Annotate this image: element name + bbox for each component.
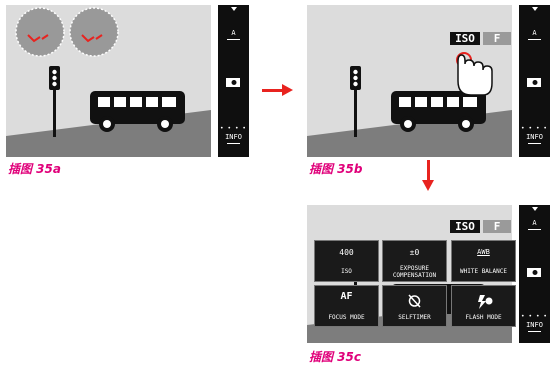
camera-icon[interactable] <box>218 75 249 89</box>
scene-b <box>307 52 512 157</box>
f-badge[interactable]: F <box>483 220 511 233</box>
caption-35a: 插图 35a <box>8 162 61 176</box>
white-balance-value: AWB <box>477 248 490 256</box>
iso-label: ISO <box>341 268 352 275</box>
tile-flash-mode[interactable]: FLASH MODE <box>451 285 516 327</box>
page-dots: • • • • <box>521 125 548 132</box>
side-bar-a: A • • • • INFO <box>218 5 249 157</box>
arrow-head-down <box>422 180 434 191</box>
white-balance-label: WHITE BALANCE <box>460 268 507 275</box>
iso-badge[interactable]: ISO <box>450 32 480 45</box>
flash-auto-icon <box>478 295 493 309</box>
selftimer-label: SELFTIMER <box>398 314 431 321</box>
flow-arrow-right <box>262 89 284 92</box>
side-bar-b: A • • • • INFO <box>519 5 550 157</box>
page-dots: • • • • <box>521 313 548 320</box>
info-button[interactable]: INFO <box>519 133 550 141</box>
camera-icon[interactable] <box>519 75 550 89</box>
arrow-up-icon[interactable] <box>531 7 538 11</box>
arrow-up-icon[interactable] <box>531 207 538 211</box>
mode-label[interactable]: A <box>519 29 550 37</box>
tile-focus-mode[interactable]: AF FOCUS MODE <box>314 285 379 327</box>
exposure-label: EXPOSURE COMPENSATION <box>392 265 437 279</box>
flow-arrow-down <box>427 160 430 181</box>
exposure-value: ±0 <box>409 248 420 257</box>
panel-35a: A • • • • INFO <box>6 5 249 157</box>
camera-screen-b <box>307 5 512 157</box>
iso-badge[interactable]: ISO <box>450 220 480 233</box>
scene-a <box>6 7 211 157</box>
camera-screen-a <box>6 5 211 157</box>
mode-label[interactable]: A <box>218 29 249 37</box>
tile-selftimer[interactable]: SELFTIMER <box>382 285 447 327</box>
tile-exposure-compensation[interactable]: ±0 EXPOSURE COMPENSATION <box>382 240 447 282</box>
camera-icon[interactable] <box>519 265 550 279</box>
panel-35c: ISO F 400 ISO ±0 EXPOSURE COMPENSATION A… <box>307 205 550 343</box>
focus-mode-label: FOCUS MODE <box>328 314 365 321</box>
f-badge[interactable]: F <box>483 32 511 45</box>
arrow-head-right <box>282 84 293 96</box>
tile-iso[interactable]: 400 ISO <box>314 240 379 282</box>
side-bar-c: A • • • • INFO <box>519 205 550 343</box>
arrow-up-icon[interactable] <box>230 7 237 11</box>
selftimer-off-icon <box>408 294 421 308</box>
tile-white-balance[interactable]: AWB WHITE BALANCE <box>451 240 516 282</box>
caption-35b: 插图 35b <box>309 162 363 176</box>
caption-35c: 插图 35c <box>309 350 361 364</box>
flash-mode-label: FLASH MODE <box>465 314 502 321</box>
mode-label[interactable]: A <box>519 219 550 227</box>
iso-value: 400 <box>339 248 354 257</box>
focus-mode-value: AF <box>340 291 353 302</box>
panel-35b: ISO F A • • • • INFO <box>307 5 550 157</box>
info-button[interactable]: INFO <box>218 133 249 141</box>
info-button[interactable]: INFO <box>519 321 550 329</box>
page-dots: • • • • <box>220 125 247 132</box>
